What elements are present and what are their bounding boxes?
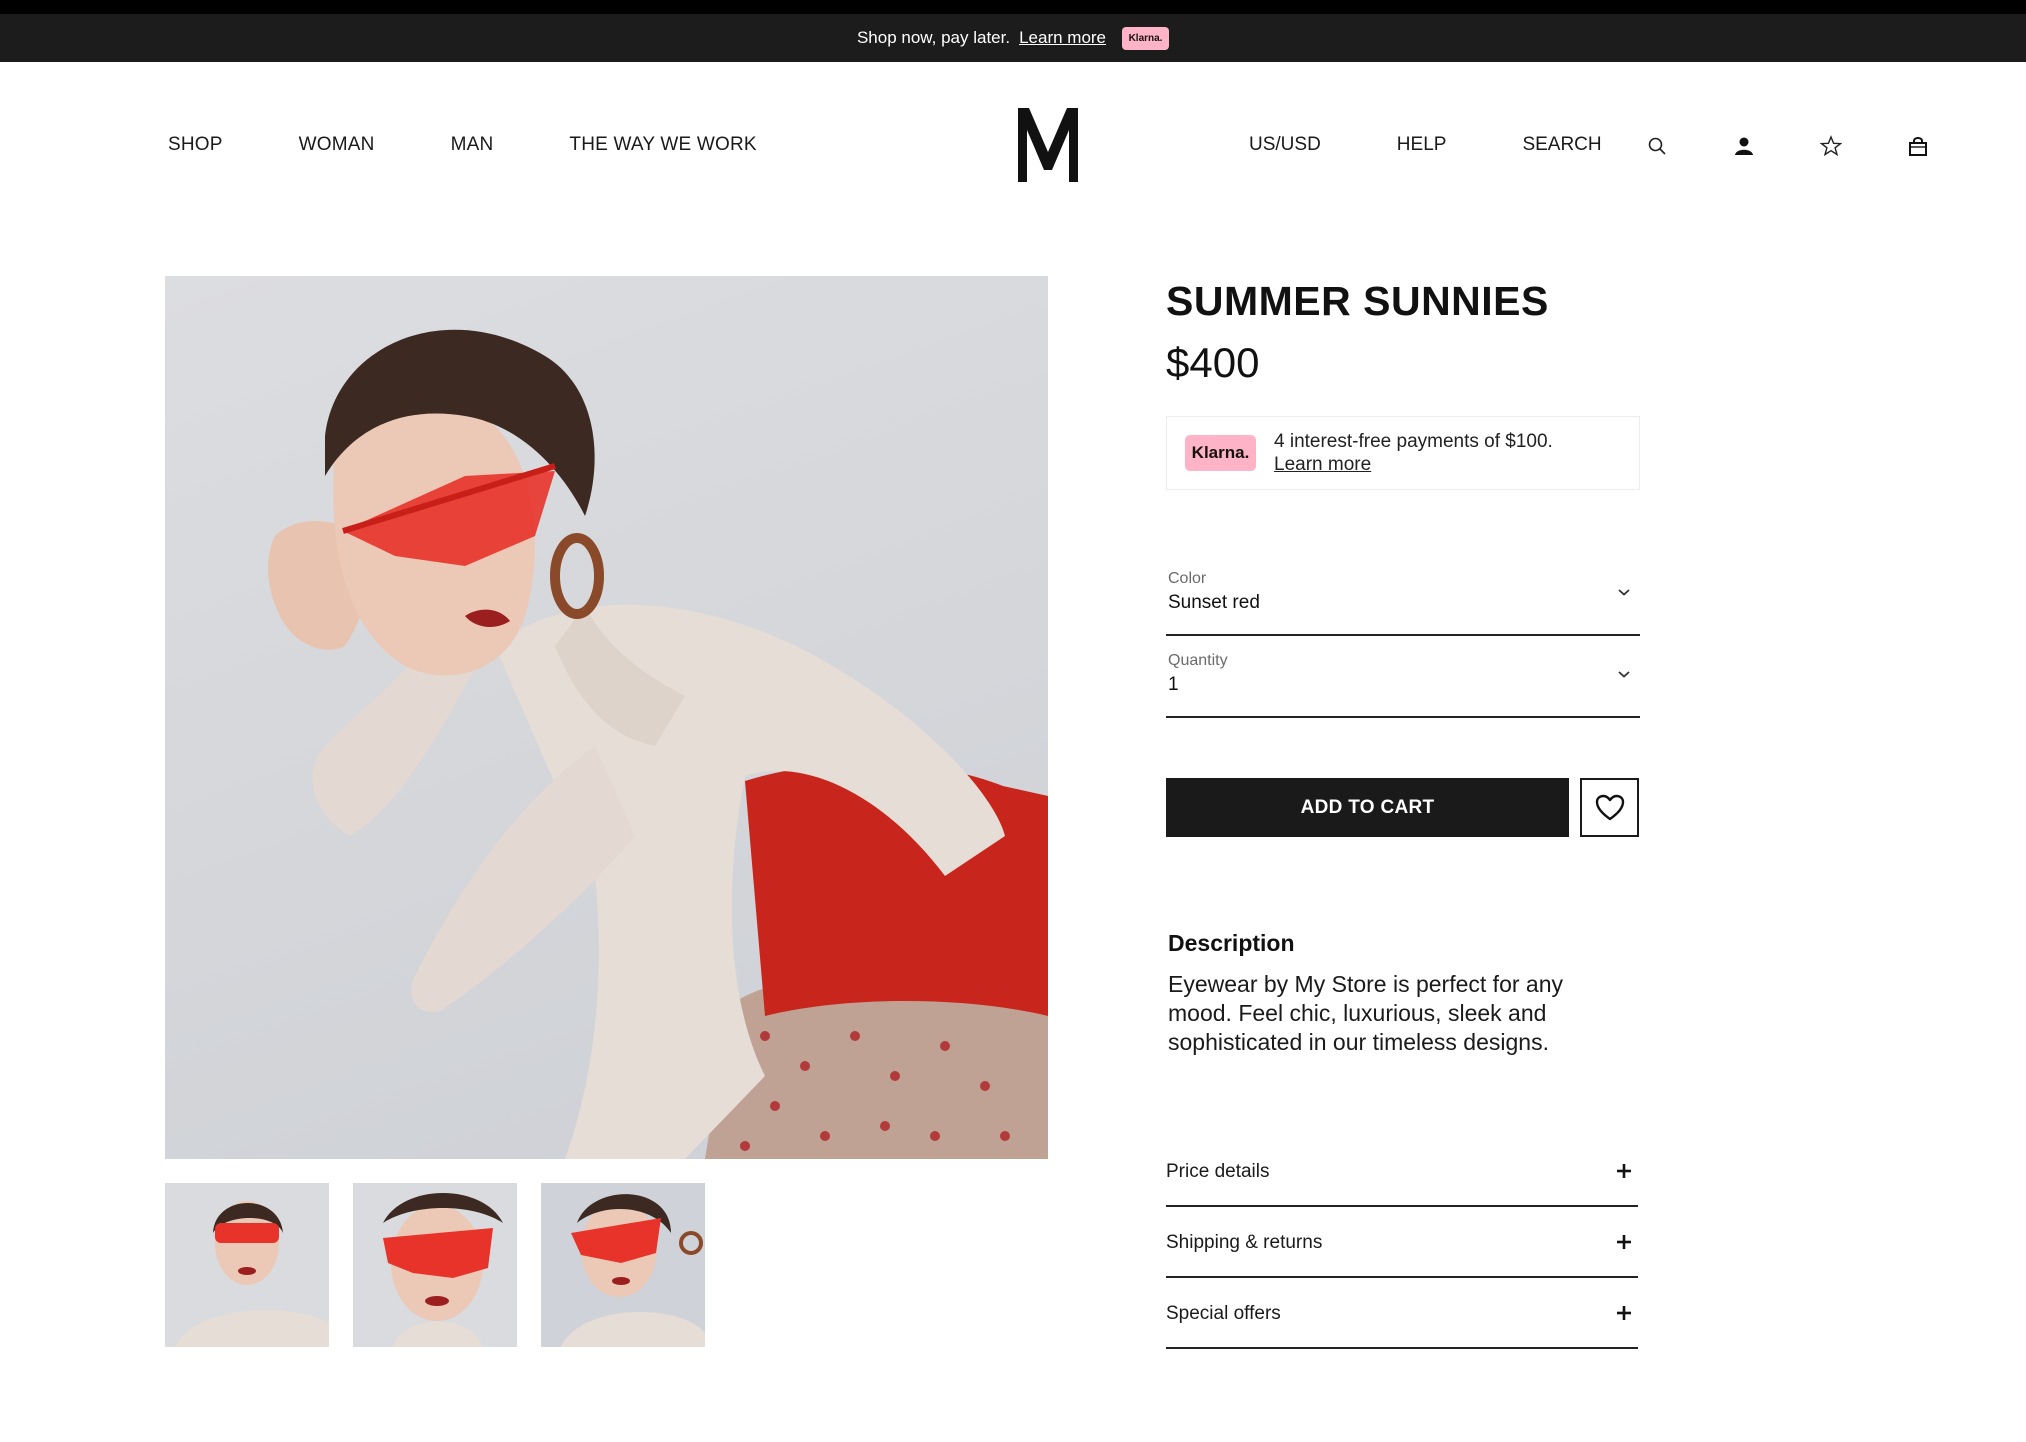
accordion-shipping-returns[interactable]: Shipping & returns <box>1166 1207 1638 1278</box>
nav-item-help[interactable]: HELP <box>1397 134 1447 156</box>
store-logo[interactable] <box>1012 102 1084 184</box>
product-thumbnail[interactable] <box>353 1183 517 1347</box>
heart-icon <box>1595 794 1624 820</box>
star-icon[interactable] <box>1817 132 1845 160</box>
promo-text: Shop now, pay later. <box>856 28 1011 47</box>
klarna-installments-box: Klarna. 4 interest-free payments of $100… <box>1166 416 1640 490</box>
account-icon[interactable] <box>1730 132 1758 160</box>
quantity-value: 1 <box>1168 674 1179 695</box>
add-to-wishlist-button[interactable] <box>1580 778 1639 837</box>
klarna-logo-badge: Klarna. <box>1185 435 1256 471</box>
klarna-installment-text: 4 interest-free payments of $100. <box>1274 431 1553 452</box>
accordion-price-details[interactable]: Price details <box>1166 1136 1638 1207</box>
utility-nav: US/USD HELP SEARCH <box>1249 134 1602 156</box>
klarna-learn-more-link[interactable]: Learn more <box>1274 453 1553 476</box>
nav-item-woman[interactable]: WOMAN <box>299 134 375 156</box>
product-price: $400 <box>1166 339 1260 386</box>
color-value: Sunset red <box>1168 592 1260 613</box>
search-icon[interactable] <box>1643 132 1671 160</box>
color-select[interactable]: Color Sunset red <box>1166 570 1640 636</box>
promo-learn-more-link[interactable]: Learn more <box>1019 28 1106 48</box>
plus-icon <box>1617 1164 1631 1178</box>
product-thumbnail[interactable] <box>541 1183 705 1347</box>
description-heading: Description <box>1168 930 1295 956</box>
accordion-special-offers[interactable]: Special offers <box>1166 1278 1638 1349</box>
nav-item-the-way-we-work[interactable]: THE WAY WE WORK <box>569 134 756 156</box>
chevron-down-icon <box>1618 671 1630 678</box>
product-main-image[interactable] <box>165 276 1048 1159</box>
accordion-label: Price details <box>1166 1161 1270 1182</box>
description-text: Eyewear by My Store is perfect for any m… <box>1168 971 1563 1055</box>
plus-icon <box>1617 1306 1631 1320</box>
main-nav: SHOP WOMAN MAN THE WAY WE WORK <box>168 134 757 156</box>
accordion-label: Special offers <box>1166 1303 1281 1324</box>
klarna-logo-badge: Klarna. <box>1122 26 1170 50</box>
nav-item-search[interactable]: SEARCH <box>1522 134 1601 156</box>
accordion-label: Shipping & returns <box>1166 1232 1323 1253</box>
site-header: SHOP WOMAN MAN THE WAY WE WORK US/USD HE… <box>0 62 2026 232</box>
product-thumbnail[interactable] <box>165 1183 329 1347</box>
product-title: SUMMER SUNNIES <box>1166 278 1549 324</box>
quantity-select[interactable]: Quantity 1 <box>1166 652 1640 718</box>
add-to-cart-button[interactable]: ADD TO CART <box>1166 778 1569 837</box>
promo-bar: Shop now, pay later. Learn more Klarna. <box>0 0 2026 62</box>
quantity-label: Quantity <box>1168 652 1228 669</box>
nav-item-man[interactable]: MAN <box>451 134 494 156</box>
klarna-message: 4 interest-free payments of $100. Learn … <box>1274 430 1553 476</box>
nav-item-shop[interactable]: SHOP <box>168 134 223 156</box>
plus-icon <box>1617 1235 1631 1249</box>
nav-item-locale[interactable]: US/USD <box>1249 134 1321 156</box>
chevron-down-icon <box>1618 589 1630 596</box>
color-label: Color <box>1168 570 1207 587</box>
bag-icon[interactable] <box>1904 132 1932 160</box>
